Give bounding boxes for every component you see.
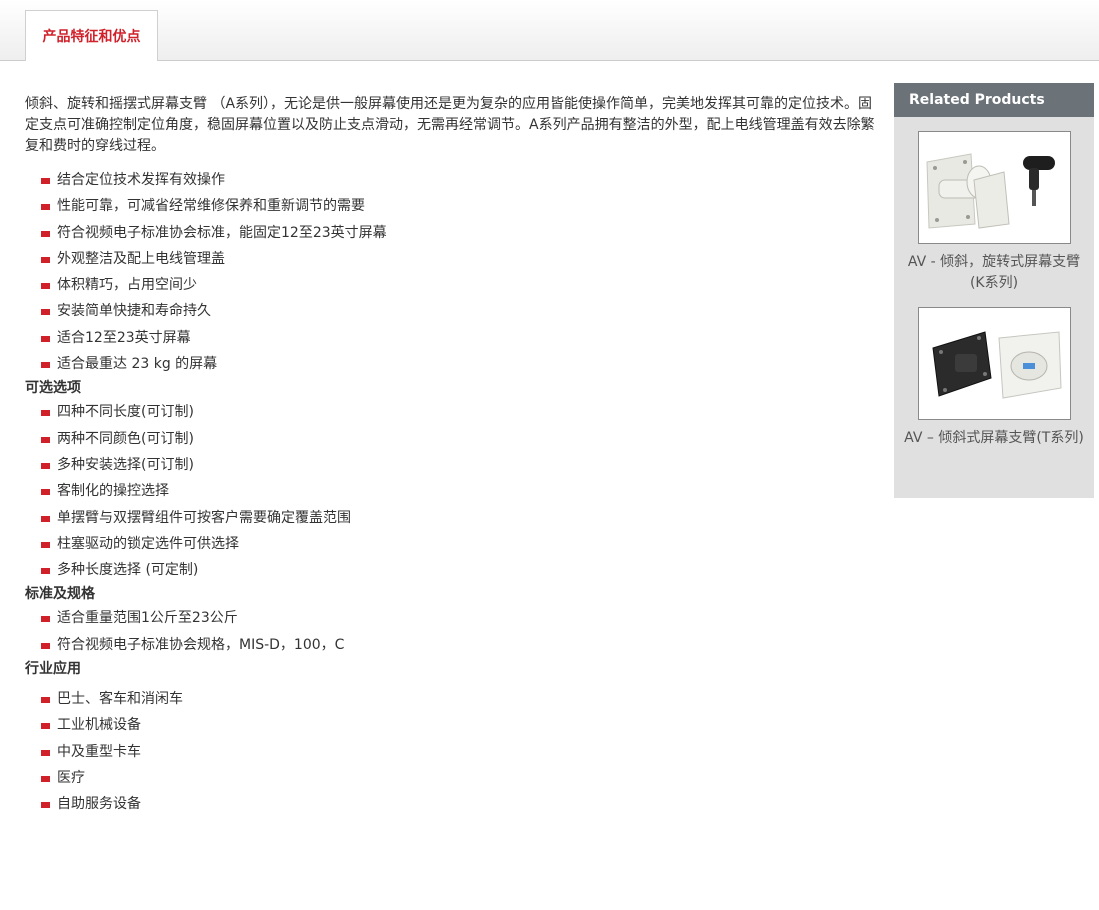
product-name-k-series[interactable]: AV - 倾斜，旋转式屏幕支臂(K系列): [894, 244, 1094, 294]
list-item: 自助服务设备: [41, 791, 880, 817]
list-item: 中及重型卡车: [41, 739, 880, 765]
related-products-heading: Related Products: [894, 83, 1094, 117]
list-item: 多种长度选择 (可定制): [41, 557, 880, 583]
bullet-icon: [41, 462, 50, 469]
list-item: 客制化的操控选择: [41, 478, 880, 504]
bullet-icon: [41, 697, 50, 704]
related-product-k-series: AV - 倾斜，旋转式屏幕支臂(K系列): [894, 131, 1094, 294]
list-item: 适合重量范围1公斤至23公斤: [41, 605, 880, 631]
product-name-t-series[interactable]: AV – 倾斜式屏幕支臂(T系列): [894, 420, 1094, 449]
bullet-icon: [41, 723, 50, 730]
bullet-icon: [41, 256, 50, 263]
list-item: 柱塞驱动的锁定选件可供选择: [41, 531, 880, 557]
list-item: 安装简单快捷和寿命持久: [41, 298, 880, 324]
bullet-icon: [41, 436, 50, 443]
options-list: 四种不同长度(可订制) 两种不同颜色(可订制) 多种安装选择(可订制) 客制化的…: [25, 399, 880, 583]
list-item: 工业机械设备: [41, 712, 880, 738]
list-item: 符合视频电子标准协会标准，能固定12至23英寸屏幕: [41, 220, 880, 246]
list-item: 多种安装选择(可订制): [41, 452, 880, 478]
tab-bar: 产品特征和优点: [0, 0, 1099, 61]
specs-list: 适合重量范围1公斤至23公斤 符合视频电子标准协会规格，MIS-D，100，C: [25, 605, 880, 658]
related-product-t-series: AV – 倾斜式屏幕支臂(T系列): [894, 307, 1094, 449]
bullet-icon: [41, 230, 50, 237]
list-item: 医疗: [41, 765, 880, 791]
bullet-icon: [41, 802, 50, 809]
list-item: 体积精巧，占用空间少: [41, 272, 880, 298]
bullet-icon: [41, 775, 50, 782]
related-products-sidebar: Related Products AV - 倾斜，旋转式屏幕支臂(K系列) AV…: [894, 83, 1094, 498]
bullet-icon: [41, 204, 50, 211]
bullet-icon: [41, 616, 50, 623]
list-item: 巴士、客车和消闲车: [41, 686, 880, 712]
tab-features[interactable]: 产品特征和优点: [25, 10, 158, 61]
list-item: 适合12至23英寸屏幕: [41, 325, 880, 351]
bullet-icon: [41, 642, 50, 649]
apps-heading: 行业应用: [25, 661, 81, 678]
list-item: 外观整洁及配上电线管理盖: [41, 246, 880, 272]
options-heading: 可选选项: [25, 380, 81, 397]
specs-heading: 标准及规格: [25, 586, 95, 603]
bullet-icon: [41, 410, 50, 417]
product-image-t-series[interactable]: [917, 307, 1071, 420]
product-image-k-series[interactable]: [917, 131, 1071, 244]
bullet-icon: [41, 541, 50, 548]
main-content: 倾斜、旋转和摇摆式屏幕支臂 （A系列），无论是供一般屏幕使用还是更为复杂的应用皆…: [25, 94, 880, 818]
bullet-icon: [41, 178, 50, 184]
list-item: 适合最重达 23 kg 的屏幕: [41, 351, 880, 377]
list-item: 结合定位技术发挥有效操作: [41, 167, 880, 193]
list-item: 性能可靠，可减省经常维修保养和重新调节的需要: [41, 193, 880, 219]
bullet-icon: [41, 568, 50, 575]
bullet-icon: [41, 309, 50, 316]
list-item: 单摆臂与双摆臂组件可按客户需要确定覆盖范围: [41, 505, 880, 531]
bullet-icon: [41, 749, 50, 756]
features-list: 结合定位技术发挥有效操作 性能可靠，可减省经常维修保养和重新调节的需要 符合视频…: [25, 167, 880, 377]
list-item: 四种不同长度(可订制): [41, 399, 880, 425]
bullet-icon: [41, 362, 50, 369]
intro-paragraph: 倾斜、旋转和摇摆式屏幕支臂 （A系列），无论是供一般屏幕使用还是更为复杂的应用皆…: [25, 96, 875, 154]
bullet-icon: [41, 515, 50, 522]
bullet-icon: [41, 489, 50, 496]
list-item: 符合视频电子标准协会规格，MIS-D，100，C: [41, 632, 880, 658]
bullet-icon: [41, 335, 50, 342]
apps-list: 巴士、客车和消闲车 工业机械设备 中及重型卡车 医疗 自助服务设备: [25, 686, 880, 817]
list-item: 两种不同颜色(可订制): [41, 426, 880, 452]
bullet-icon: [41, 283, 50, 290]
